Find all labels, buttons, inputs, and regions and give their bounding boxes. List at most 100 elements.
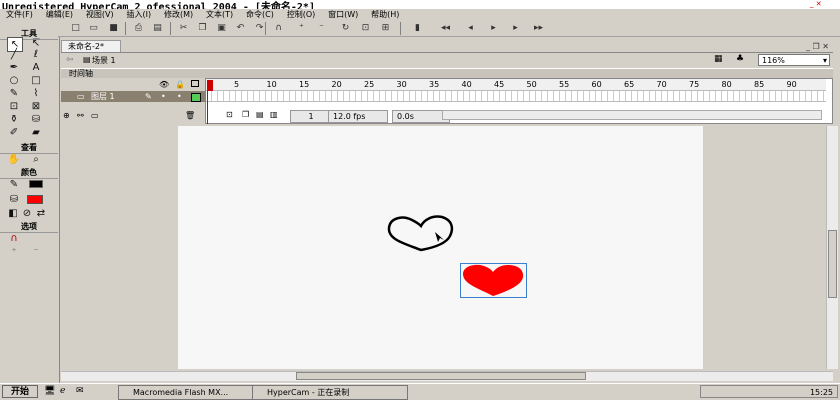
window-controls[interactable]: _ ✕ (810, 0, 840, 9)
scale-icon[interactable]: ⊡ (360, 23, 371, 34)
rotate-icon[interactable]: ↻ (340, 23, 351, 34)
lasso-tool-icon[interactable]: ℓ (29, 48, 43, 61)
undo-icon[interactable]: ↶ (235, 23, 246, 34)
timeline-header[interactable]: 时间轴 (61, 68, 833, 78)
stroke-color-icon[interactable]: ✎ (7, 178, 21, 191)
brush-tool-icon[interactable]: ⌇ (29, 87, 43, 100)
heart-filled-shape[interactable] (460, 263, 527, 298)
menu-modify[interactable]: 修改(M) (164, 9, 193, 20)
rewind-icon[interactable]: ◂◂ (440, 23, 451, 34)
control-icon[interactable]: ▮ (412, 23, 423, 34)
quicklaunch-outlook-icon[interactable]: ✉ (76, 386, 84, 396)
title-bar: Unregistered HyperCam 2 ofessional 2004 … (0, 0, 840, 13)
timeline-hscroll[interactable] (442, 110, 822, 120)
layer-row[interactable]: ▭ 图层 1 ✎ • • (61, 91, 206, 102)
vertical-scroll-thumb[interactable] (828, 230, 837, 298)
ink-bottle-tool-icon[interactable]: ⚱ (7, 113, 21, 126)
step-back-icon[interactable]: ◂ (465, 23, 476, 34)
straighten-icon[interactable]: ⁻ (316, 23, 327, 34)
heart-outline-shape[interactable] (386, 214, 456, 252)
eraser-tool-icon[interactable]: ▰ (29, 126, 43, 139)
menu-text[interactable]: 文本(T) (206, 9, 233, 20)
default-colors-icon[interactable]: ◧ (6, 207, 20, 220)
menu-file[interactable]: 文件(F) (6, 9, 33, 20)
insert-layer-icon[interactable]: ⊕ (63, 111, 70, 120)
smooth-icon[interactable]: ⁺ (296, 23, 307, 34)
back-arrow-icon[interactable]: ⇦ (66, 55, 74, 65)
edit-symbols-icon[interactable]: ♣ (736, 54, 744, 64)
outline-icon[interactable] (191, 80, 199, 87)
hand-tool-icon[interactable]: ✋ (7, 153, 21, 166)
edit-multiple-icon[interactable]: ▥ (270, 110, 278, 119)
transform-tool-icon[interactable]: ⊡ (7, 100, 21, 113)
menu-control[interactable]: 控制(O) (287, 9, 316, 20)
no-color-icon[interactable]: ⊘ (20, 207, 34, 220)
eye-icon[interactable]: 👁 (159, 80, 169, 89)
doc-window-controls[interactable]: _ ❐ ✕ (806, 42, 829, 51)
fill-color-icon[interactable]: ⛁ (7, 193, 21, 206)
snap-magnet-icon[interactable]: ∩ (7, 232, 21, 245)
fast-forward-icon[interactable]: ▸▸ (533, 23, 544, 34)
paste-icon[interactable]: ▣ (216, 23, 227, 34)
zoom-tool-icon[interactable]: ⌕ (29, 153, 43, 166)
insert-folder-icon[interactable]: ▭ (91, 111, 99, 120)
quicklaunch-ie-icon[interactable]: ℯ (60, 386, 65, 396)
swap-colors-icon[interactable]: ⇄ (34, 207, 48, 220)
lock-dot-icon[interactable]: • (177, 91, 182, 102)
outline-color-box[interactable] (191, 93, 201, 102)
frame-tick-label: 5 (234, 80, 240, 89)
quicklaunch-desktop-icon[interactable]: 🖥 (44, 386, 55, 396)
pencil-icon: ✎ (145, 92, 152, 101)
horizontal-scroll-thumb[interactable] (296, 372, 586, 380)
onion-skin-icon[interactable]: ❐ (242, 110, 249, 119)
cut-icon[interactable]: ✂ (178, 23, 189, 34)
frame-ruler[interactable]: 151015202530354045505560657075808590 (206, 79, 826, 91)
text-tool-icon[interactable]: A (29, 61, 43, 74)
stroke-color-swatch[interactable] (29, 180, 43, 188)
edit-scene-icon[interactable]: ▦ (714, 54, 723, 64)
menu-edit[interactable]: 编辑(E) (46, 9, 73, 20)
fill-transform-tool-icon[interactable]: ⊠ (29, 100, 43, 113)
redo-icon[interactable]: ↷ (254, 23, 265, 34)
menu-window[interactable]: 窗口(W) (328, 9, 358, 20)
fill-color-swatch[interactable] (27, 195, 43, 204)
straighten-option-icon[interactable]: ⁻ (29, 246, 43, 259)
layer-name[interactable]: 图层 1 (91, 91, 115, 102)
line-tool-icon[interactable]: ╱ (7, 48, 21, 61)
start-button[interactable]: 开始 (2, 385, 38, 398)
onion-outline-icon[interactable]: ▤ (256, 110, 264, 119)
document-tab[interactable]: 未命名-2* (61, 40, 121, 52)
menu-help[interactable]: 帮助(H) (371, 9, 399, 20)
task-hypercam-label: HyperCam - 正在录制 (267, 388, 350, 397)
step-forward-icon[interactable]: ▸ (510, 23, 521, 34)
open-folder-icon[interactable]: ▭ (88, 23, 99, 34)
add-guide-icon[interactable]: ⚯ (77, 111, 84, 120)
paint-bucket-tool-icon[interactable]: ⛁ (29, 113, 43, 126)
center-frame-icon[interactable]: ⊡ (226, 110, 233, 119)
magnet-icon[interactable]: ∩ (273, 23, 284, 34)
smooth-option-icon[interactable]: ⁺ (7, 246, 21, 259)
delete-layer-icon[interactable]: 🗑 (185, 111, 195, 120)
zoom-select[interactable]: 116% ▾ (758, 54, 830, 66)
new-file-icon[interactable]: □ (70, 23, 81, 34)
lock-icon[interactable]: 🔒 (175, 80, 185, 89)
task-flash[interactable]: Macromedia Flash MX... (118, 385, 264, 400)
menu-commands[interactable]: 命令(C) (246, 9, 274, 20)
visible-dot-icon[interactable]: • (161, 91, 166, 102)
menu-view[interactable]: 视图(V) (86, 9, 114, 20)
pencil-tool-icon[interactable]: ✎ (7, 87, 21, 100)
print-icon[interactable]: ⎙ (133, 23, 144, 34)
scene-label[interactable]: 场景 1 (92, 55, 116, 66)
print-preview-icon[interactable]: ▤ (152, 23, 163, 34)
play-icon[interactable]: ▸ (488, 23, 499, 34)
oval-tool-icon[interactable]: ○ (7, 74, 21, 87)
save-icon[interactable]: ■ (108, 23, 119, 34)
rectangle-tool-icon[interactable]: □ (29, 74, 43, 87)
frame-cells[interactable] (206, 91, 826, 102)
pen-tool-icon[interactable]: ✒ (7, 61, 21, 74)
copy-icon[interactable]: ❐ (197, 23, 208, 34)
align-icon[interactable]: ⊞ (380, 23, 391, 34)
eyedropper-tool-icon[interactable]: ✐ (7, 126, 21, 139)
menu-insert[interactable]: 插入(I) (126, 9, 151, 20)
task-hypercam[interactable]: HyperCam - 正在录制 (252, 385, 408, 400)
